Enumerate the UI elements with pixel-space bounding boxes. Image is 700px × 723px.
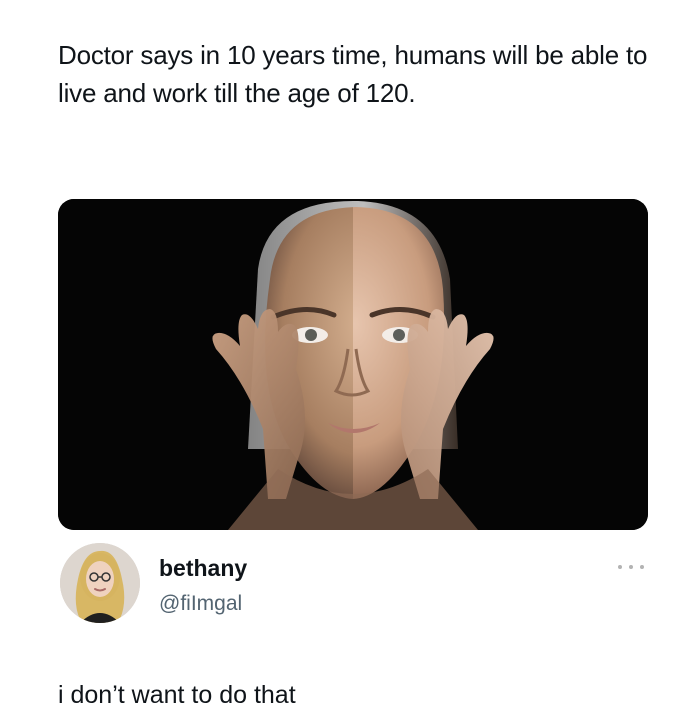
reply-author-name[interactable]: bethany xyxy=(159,553,247,583)
photo-icon xyxy=(58,199,648,530)
more-dot xyxy=(640,565,644,569)
post-media-image[interactable] xyxy=(58,199,648,530)
more-icon[interactable] xyxy=(618,560,644,574)
reply-author-handle[interactable]: @fiImgal xyxy=(159,590,242,618)
more-dot xyxy=(629,565,633,569)
avatar-icon xyxy=(60,543,140,623)
reply-avatar[interactable] xyxy=(60,543,140,623)
post-text: Doctor says in 10 years time, humans wil… xyxy=(58,40,648,108)
reply-text: i don’t want to do that xyxy=(58,681,296,709)
more-dot xyxy=(618,565,622,569)
